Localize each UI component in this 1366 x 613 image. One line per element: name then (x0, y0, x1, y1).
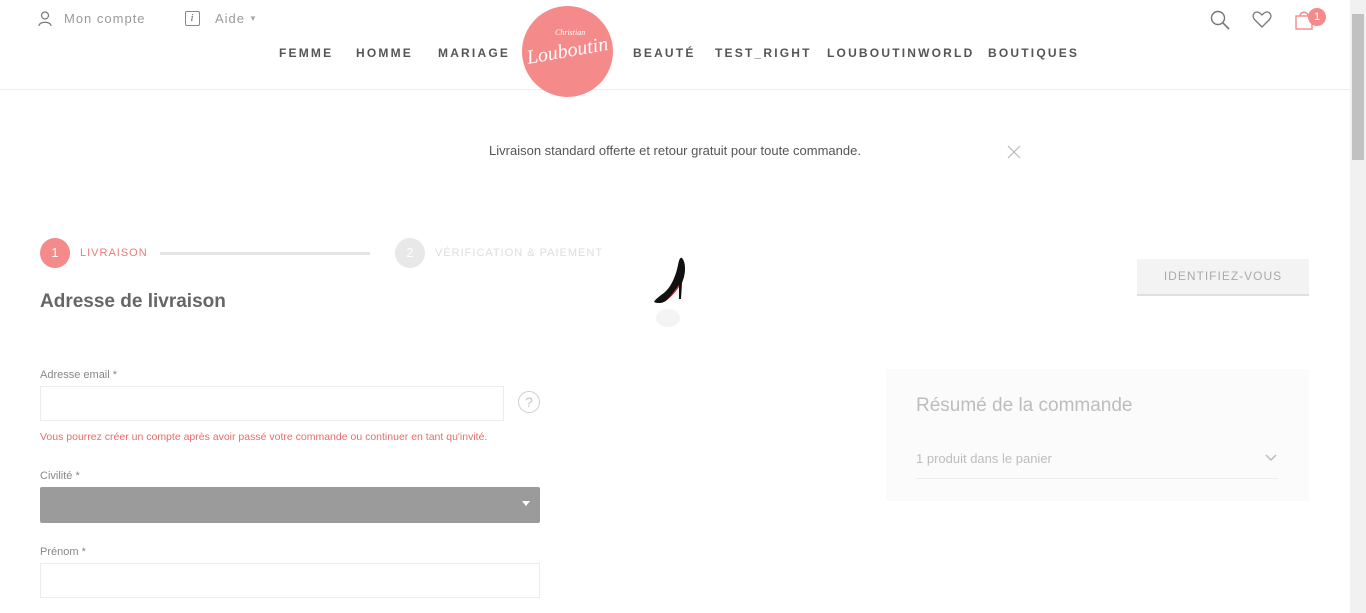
help-menu[interactable]: i Aide ▼ (185, 11, 258, 26)
firstname-label: Prénom * (40, 546, 86, 558)
page-title: Adresse de livraison (40, 291, 226, 312)
nav-right: BEAUTÉ (633, 46, 696, 60)
brand-logo[interactable]: Christian Louboutin (522, 6, 613, 97)
account-link[interactable]: Mon compte (38, 11, 146, 26)
email-help-icon[interactable]: ? (518, 391, 540, 413)
nav-item-beaute[interactable]: BEAUTÉ (633, 46, 696, 60)
nav-item-boutiques[interactable]: BOUTIQUES (988, 46, 1079, 60)
summary-products-toggle[interactable]: 1 produit dans le panier (916, 451, 1278, 479)
step-progress-line (160, 252, 370, 255)
nav-item-louboutinworld[interactable]: LOUBOUTINWORLD (827, 46, 974, 60)
order-summary: Résumé de la commande 1 produit dans le … (886, 369, 1309, 501)
search-button[interactable] (1210, 10, 1230, 35)
nav-right: BOUTIQUES (988, 46, 1079, 60)
heart-icon (1252, 11, 1272, 28)
close-icon (1007, 145, 1021, 159)
nav-right: LOUBOUTINWORLD (827, 46, 974, 60)
scrollbar-thumb[interactable] (1352, 14, 1364, 160)
step-2-label: VÉRIFICATION & PAIEMENT (435, 247, 604, 259)
chevron-down-icon (1265, 454, 1277, 462)
banner-close-button[interactable] (1006, 144, 1022, 165)
logo-small-text: Christian (555, 28, 586, 37)
firstname-field[interactable] (40, 563, 540, 598)
login-button[interactable]: IDENTIFIEZ-VOUS (1137, 259, 1309, 296)
email-field[interactable] (40, 386, 504, 421)
account-label: Mon compte (64, 11, 146, 26)
nav-left: HOMME (356, 46, 413, 60)
nav-left: FEMME (279, 46, 333, 60)
civility-select[interactable] (40, 487, 540, 523)
nav-item-mariage[interactable]: MARIAGE (438, 46, 510, 60)
summary-products-text: 1 produit dans le panier (916, 451, 1052, 466)
chevron-down-icon: ▼ (249, 14, 258, 23)
nav-item-test-right[interactable]: TEST_RIGHT (715, 46, 812, 60)
nav-item-homme[interactable]: HOMME (356, 46, 413, 60)
chevron-down-icon (522, 501, 530, 506)
summary-title: Résumé de la commande (916, 395, 1133, 416)
banner-text: Livraison standard offerte et retour gra… (489, 143, 861, 158)
cart-count-badge: 1 (1308, 8, 1326, 26)
email-label: Adresse email * (40, 369, 118, 381)
logo-script-text: Louboutin (525, 33, 610, 69)
step-2-number: 2 (395, 238, 425, 268)
nav-left: MARIAGE (438, 46, 510, 60)
step-1-label: LIVRAISON (80, 247, 148, 259)
header: Mon compte i Aide ▼ FEMME HOMME MARIAGE … (0, 0, 1350, 97)
email-note: Vous pourrez créer un compte après avoir… (40, 431, 488, 443)
step-1-number: 1 (40, 238, 70, 268)
user-icon (38, 11, 52, 26)
loading-shoe-icon (648, 255, 692, 336)
help-label: Aide (215, 11, 246, 26)
nav-item-femme[interactable]: FEMME (279, 46, 333, 60)
wishlist-button[interactable] (1252, 10, 1272, 34)
shipping-banner: Livraison standard offerte et retour gra… (0, 143, 1350, 158)
info-icon: i (185, 11, 200, 26)
nav-right: TEST_RIGHT (715, 46, 812, 60)
search-icon (1210, 10, 1230, 30)
civility-label: Civilité * (40, 470, 80, 482)
